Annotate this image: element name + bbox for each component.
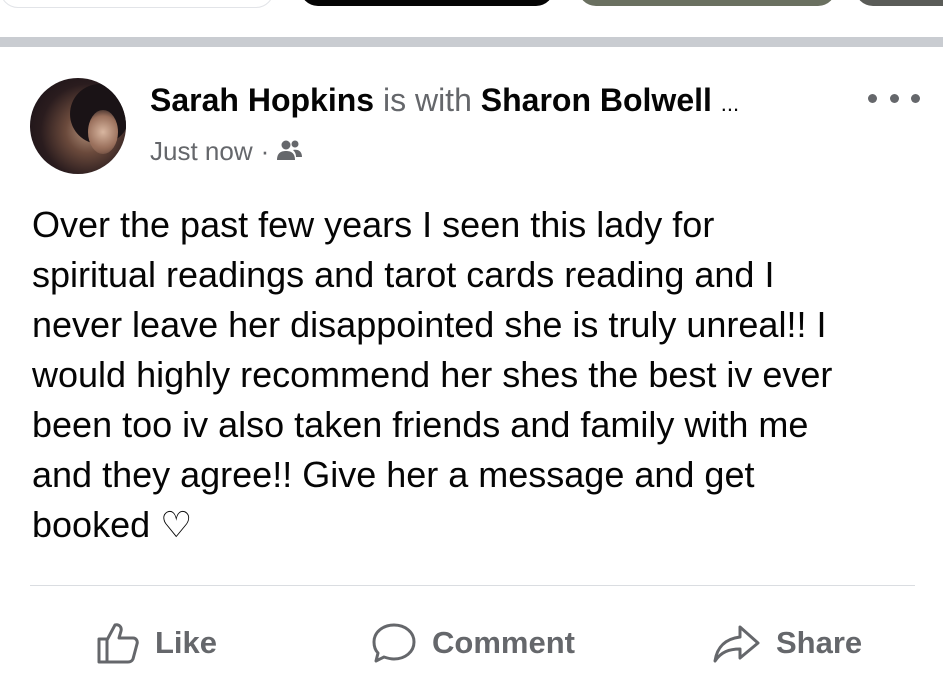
share-button[interactable]: Share <box>712 614 862 672</box>
more-options-button[interactable] <box>868 88 920 108</box>
post-timestamp[interactable]: Just now <box>150 134 253 168</box>
previous-content-card <box>855 0 943 6</box>
post-body-text: Over the past few years I seen this lady… <box>32 204 833 545</box>
previous-content-card <box>578 0 836 6</box>
author-avatar[interactable] <box>30 78 126 174</box>
post-header: Sarah Hopkins is with Sharon Bolwell ... <box>150 80 739 124</box>
share-label: Share <box>776 625 863 660</box>
feed-separator <box>0 37 943 47</box>
more-options-icon <box>868 93 877 103</box>
avatar-image-detail <box>88 110 118 154</box>
comment-label: Comment <box>432 625 575 660</box>
like-button[interactable]: Like <box>95 614 217 672</box>
comment-bubble-icon <box>370 621 432 665</box>
like-label: Like <box>155 625 218 660</box>
more-options-icon <box>889 93 899 103</box>
tagged-more-ellipsis[interactable]: ... <box>721 91 739 116</box>
with-text: is with <box>382 82 472 118</box>
tagged-person-name[interactable]: Sharon Bolwell <box>481 82 712 118</box>
friends-icon[interactable] <box>275 139 303 163</box>
action-bar-divider <box>30 585 915 586</box>
comment-button[interactable]: Comment <box>370 614 575 672</box>
share-arrow-icon <box>712 621 776 665</box>
meta-separator-dot: · <box>260 136 270 166</box>
post-meta: Just now · <box>150 134 303 168</box>
author-name[interactable]: Sarah Hopkins <box>150 82 374 118</box>
previous-content-strip <box>0 0 943 8</box>
previous-content-card <box>0 0 274 8</box>
thumbs-up-icon <box>95 621 155 665</box>
previous-content-card <box>300 0 554 6</box>
more-options-icon <box>911 93 920 103</box>
